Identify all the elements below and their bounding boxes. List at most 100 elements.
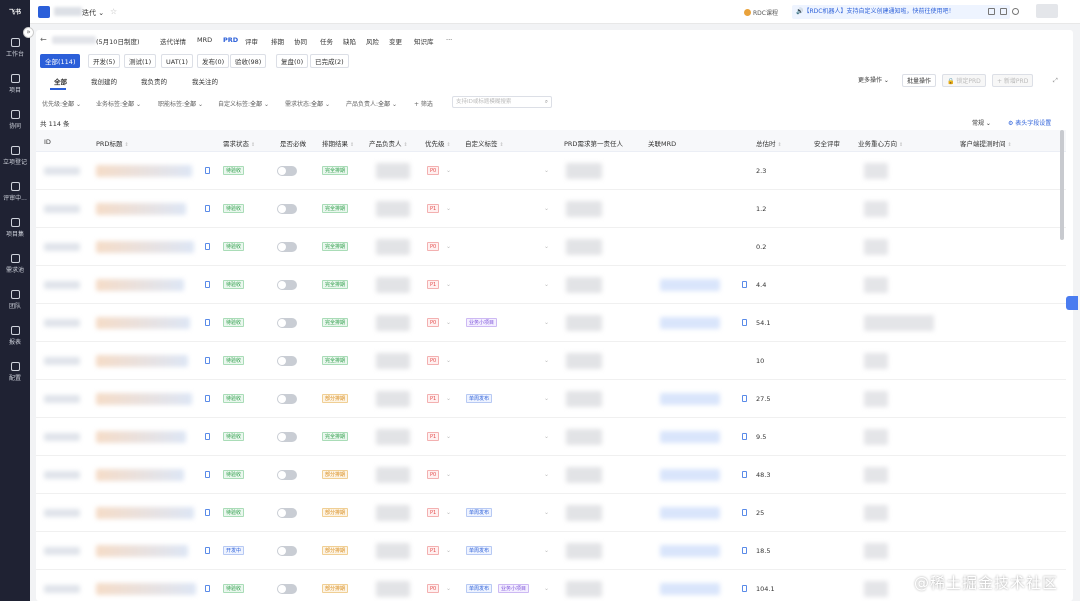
mrd-doc-icon[interactable] [742,471,747,478]
sidebar-item-5[interactable]: 项目集 [0,218,30,238]
status-tab-0[interactable]: 全部(114) [40,54,81,68]
status-tab-2[interactable]: 测试(1) [124,54,157,68]
priority-tag[interactable]: P0 [427,166,440,175]
prd-doc-icon[interactable] [205,509,210,516]
required-toggle[interactable] [277,394,297,404]
filter-1[interactable]: 业务标签:全部 ⌄ [96,99,141,108]
chevron-down-icon[interactable]: ⌄ [544,395,549,402]
owner-tab-3[interactable]: 我关注的 [192,76,218,86]
column-header-7[interactable]: 自定义标签 ⇕ [465,138,504,148]
filter-2[interactable]: 职能标签:全部 ⌄ [158,99,203,108]
nav-item-2[interactable]: MRD [197,36,212,44]
prd-doc-icon[interactable] [205,281,210,288]
more-actions-button[interactable]: 更多操作 ⌄ [858,74,889,87]
nav-item-4[interactable]: 评审 [245,36,258,46]
calendar-icon[interactable] [988,8,995,15]
mrd-doc-icon[interactable] [742,281,747,288]
chevron-down-icon[interactable]: ⌄ [446,471,451,478]
column-header-3[interactable]: 是否必做 [280,138,306,148]
required-toggle[interactable] [277,204,297,214]
priority-tag[interactable]: P0 [427,584,440,593]
required-toggle[interactable] [277,470,297,480]
sidebar-item-9[interactable]: 配置 [0,362,30,382]
column-header-10[interactable]: 总估时 ⇕ [756,138,782,148]
prd-doc-icon[interactable] [205,205,210,212]
filter-0[interactable]: 优先级:全部 ⌄ [42,99,81,108]
required-toggle[interactable] [277,584,297,594]
prd-title-redacted[interactable] [96,355,188,367]
chevron-down-icon[interactable]: ⌄ [446,205,451,212]
batch-actions-button[interactable]: 批量操作 [902,74,937,87]
star-icon[interactable]: ☆ [110,7,117,16]
status-tab-5[interactable]: 验收(98) [230,54,267,68]
prd-doc-icon[interactable] [205,167,210,174]
chevron-down-icon[interactable]: ⌄ [544,281,549,288]
required-toggle[interactable] [277,166,297,176]
table-row[interactable]: 待验收 完全排期 P0 ⌄ ⌄ 0.2 [36,228,1066,266]
column-header-1[interactable]: PRD标题 ⇕ [96,138,129,148]
table-row[interactable]: 待验收 完全排期 P1 ⌄ ⌄ 4.4 [36,266,1066,304]
prd-doc-icon[interactable] [205,433,210,440]
prd-title-redacted[interactable] [96,545,188,557]
column-header-13[interactable]: 客户端提测时间 ⇕ [960,138,1012,148]
column-header-4[interactable]: 排期结果 ⇕ [322,138,354,148]
nav-item-6[interactable]: 协同 [294,36,307,46]
chevron-down-icon[interactable]: ⌄ [446,281,451,288]
menu-icon[interactable] [1012,8,1019,15]
table-row[interactable]: 待验收 完全排期 P0 ⌄ ⌄ 10 [36,342,1066,380]
prd-title-redacted[interactable] [96,393,192,405]
owner-tab-2[interactable]: 我负责的 [141,76,167,86]
column-header-6[interactable]: 优先级 ⇕ [425,138,451,148]
chevron-down-icon[interactable]: ⌄ [544,509,549,516]
sidebar-item-8[interactable]: 报表 [0,326,30,346]
required-toggle[interactable] [277,546,297,556]
status-tab-6[interactable]: 复盘(0) [276,54,309,68]
table-row[interactable]: 待验收 完全排期 P0 ⌄ 业务小项目 ⌄ 54.1 [36,304,1066,342]
mrd-link-redacted[interactable] [660,279,720,291]
chevron-down-icon[interactable]: ⌄ [544,585,549,592]
status-tab-4[interactable]: 发布(0) [197,54,230,68]
required-toggle[interactable] [277,280,297,290]
table-row[interactable]: 待验收 完全排期 P1 ⌄ ⌄ 9.5 [36,418,1066,456]
nav-item-11[interactable]: 知识库 [414,36,434,46]
prd-doc-icon[interactable] [205,585,210,592]
fullscreen-icon[interactable]: ⤢ [1053,74,1058,87]
filter-4[interactable]: 需求状态:全部 ⌄ [285,99,330,108]
sidebar-item-7[interactable]: 团队 [0,290,30,310]
status-tab-1[interactable]: 开发(5) [88,54,121,68]
chevron-down-icon[interactable]: ⌄ [446,433,451,440]
mrd-link-redacted[interactable] [660,507,720,519]
table-scrollbar[interactable] [1060,130,1064,240]
chevron-down-icon[interactable]: ⌄ [446,585,451,592]
chevron-down-icon[interactable]: ⌄ [446,319,451,326]
column-header-8[interactable]: PRD需求第一责任人 [564,138,623,148]
prd-title-redacted[interactable] [96,507,194,519]
required-toggle[interactable] [277,242,297,252]
search-input[interactable]: 支持ID或标题模糊搜索 ⌕ [452,96,552,108]
sidebar-item-4[interactable]: 评审中... [0,182,30,202]
column-header-9[interactable]: 关联MRD [648,138,676,148]
mrd-link-redacted[interactable] [660,393,720,405]
sidebar-item-0[interactable]: 工作台 [0,38,30,58]
nav-item-3[interactable]: PRD [223,36,238,44]
notice-banner[interactable]: 🔊【RDC机器人】支持自定义创建通知啦，快前往使用吧！ [792,5,1010,19]
sidebar-item-6[interactable]: 需求池 [0,254,30,274]
column-header-12[interactable]: 业务重心方向 ⇕ [858,138,903,148]
table-row[interactable]: 待验收 部分排期 P0 ⌄ 单周发布 业务小项目 ⌄ 104.1 [36,570,1066,601]
mrd-link-redacted[interactable] [660,431,720,443]
nav-item-12[interactable]: ··· [446,36,452,44]
required-toggle[interactable] [277,432,297,442]
priority-tag[interactable]: P1 [427,432,440,441]
project-title[interactable]: 迭代 ⌄ [82,8,104,18]
table-row[interactable]: 待验收 部分排期 P1 ⌄ 单周发布 ⌄ 27.5 [36,380,1066,418]
column-header-5[interactable]: 产品负责人 ⇕ [369,138,408,148]
status-tab-7[interactable]: 已完成(2) [310,54,349,68]
add-prd-button[interactable]: + 新增PRD [992,74,1034,87]
prd-doc-icon[interactable] [205,243,210,250]
table-row[interactable]: 开发中 部分排期 P1 ⌄ 单周发布 ⌄ 18.5 [36,532,1066,570]
chevron-down-icon[interactable]: ⌄ [544,243,549,250]
document-icon[interactable] [1000,8,1007,15]
priority-tag[interactable]: P1 [427,508,440,517]
prd-doc-icon[interactable] [205,319,210,326]
nav-item-1[interactable]: 迭代详情 [160,36,186,46]
